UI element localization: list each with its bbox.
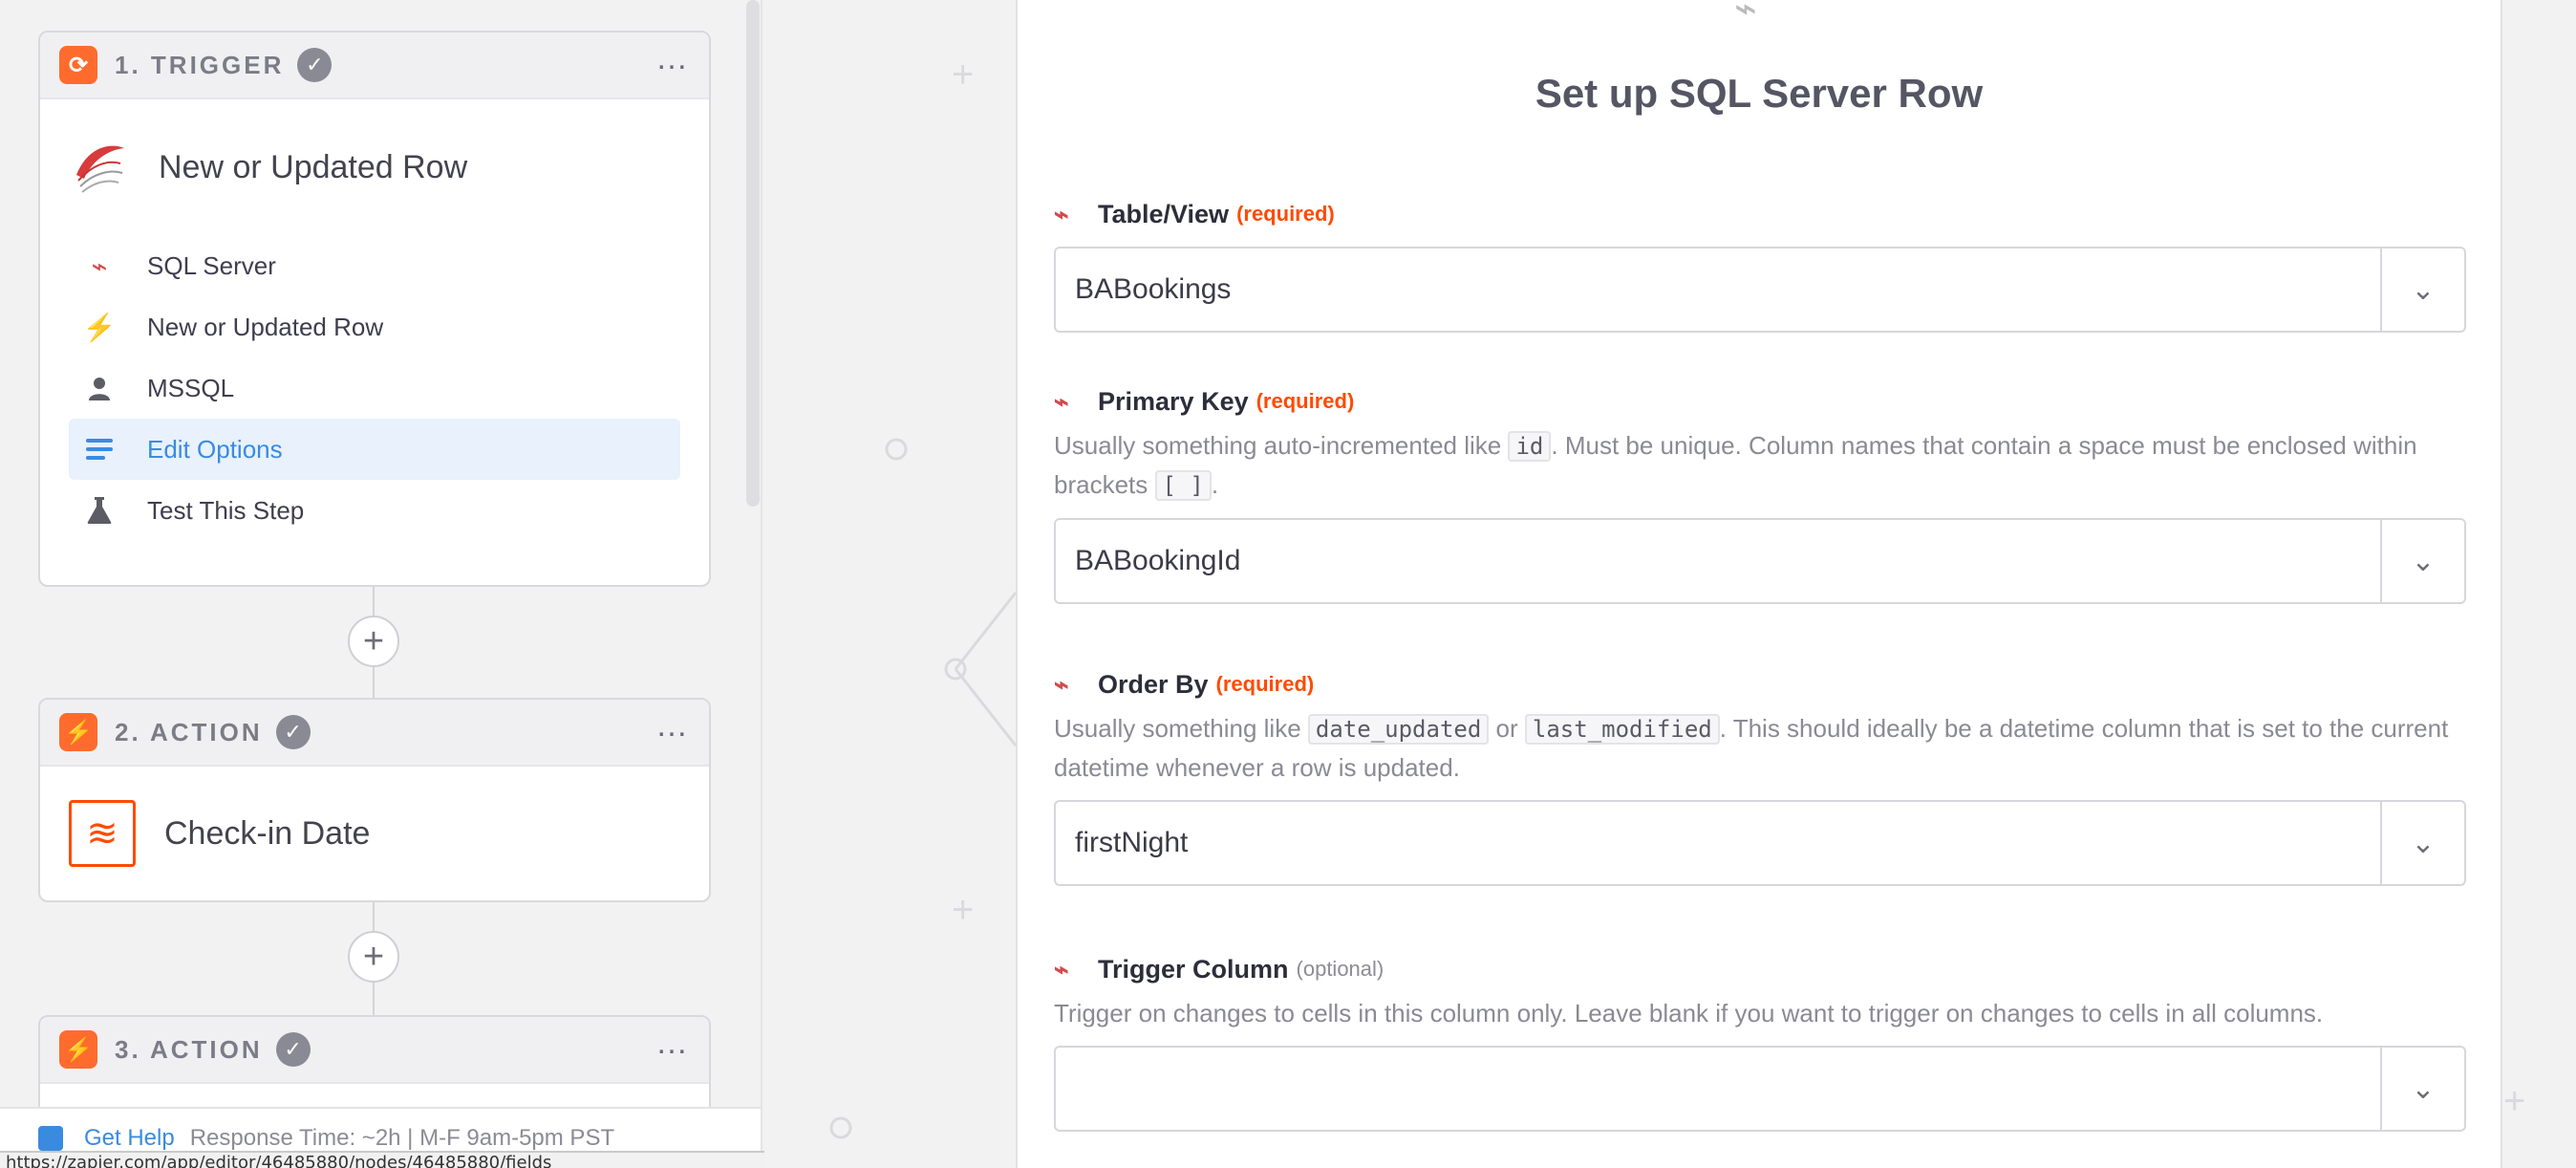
add-step-button[interactable]: + [348, 616, 399, 667]
response-time-text: Response Time: ~2h | M-F 9am-5pm PST [189, 1125, 615, 1151]
sql-server-logo-icon: ⌁ [1734, 0, 1758, 30]
select-value [1056, 1048, 2380, 1130]
order-by-field: ⌁ Order By (required) Usually something … [1054, 665, 2466, 886]
select-value: firstNight [1075, 827, 1189, 858]
field-label: Table/View [1098, 199, 1230, 228]
step-label: 2. ACTION [115, 717, 263, 746]
action-step-header-2[interactable]: ⚡ 2. ACTION ✓ … [40, 700, 709, 767]
sidebar-item-account[interactable]: MSSQL [69, 357, 680, 419]
code-snippet: date_updated [1307, 714, 1490, 745]
add-step-button[interactable]: + [348, 931, 399, 983]
field-help-text: Usually something auto-incremented like … [1054, 431, 2417, 501]
sidebar-item-sql-server[interactable]: ⌁ SQL Server [69, 235, 680, 296]
editor-sidebar: ⟳ 1. TRIGGER ✓ … New or Updated Row ⌁ SQ… [0, 0, 762, 1168]
code-snippet: id [1508, 431, 1552, 462]
action-lightning-icon: ⚡ [59, 1030, 97, 1069]
trigger-step-card[interactable]: ⟳ 1. TRIGGER ✓ … New or Updated Row ⌁ SQ… [38, 31, 711, 587]
required-tag: (required) [1256, 389, 1355, 413]
chevron-down-icon[interactable]: ⌄ [2380, 520, 2464, 602]
sql-server-icon: ⌁ [1054, 386, 1069, 416]
code-snippet: [ ] [1154, 470, 1212, 501]
action-step-card-2[interactable]: ⚡ 2. ACTION ✓ … ≋ Check-in Date [38, 698, 711, 902]
canvas-node-decoration [829, 1116, 852, 1139]
canvas-plus-decoration: + [2503, 1080, 2526, 1122]
table-view-select[interactable]: BABookings ⌄ [1054, 247, 2466, 333]
chat-icon [38, 1126, 63, 1151]
setup-panel: ⌁ Set up SQL Server Row ⌁ Table/View (re… [1016, 0, 2502, 1168]
checkmark-icon: ✓ [297, 48, 333, 82]
field-help-text: Usually something like date_updated or l… [1054, 714, 2449, 782]
more-options-icon[interactable]: … [655, 1027, 690, 1059]
sql-server-logo-icon [76, 145, 124, 193]
canvas-plus-decoration: + [952, 54, 975, 96]
checkmark-icon: ✓ [275, 1032, 311, 1067]
step-label: 1. TRIGGER [115, 50, 285, 79]
sidebar-item-event[interactable]: ⚡ New or Updated Row [69, 296, 680, 357]
chevron-down-icon[interactable]: ⌄ [2380, 802, 2464, 884]
get-help-link[interactable]: Get Help [84, 1125, 175, 1152]
sidebar-item-edit-options[interactable]: Edit Options [69, 419, 680, 480]
field-label: Order By [1098, 669, 1209, 699]
select-value: BABookingId [1075, 545, 1241, 576]
primary-key-field: ⌁ Primary Key (required) Usually somethi… [1054, 382, 2466, 604]
checkmark-icon: ✓ [275, 715, 311, 749]
trigger-step-header[interactable]: ⟳ 1. TRIGGER ✓ … [40, 32, 709, 99]
flask-icon [84, 497, 115, 524]
chevron-down-icon[interactable]: ⌄ [2380, 1048, 2464, 1130]
list-icon [84, 437, 115, 462]
more-options-icon[interactable]: … [655, 709, 690, 742]
code-snippet: last_modified [1524, 714, 1720, 745]
optional-tag: (optional) [1296, 957, 1385, 981]
primary-key-select[interactable]: BABookingId ⌄ [1054, 518, 2466, 604]
formatter-app-icon: ≋ [69, 800, 136, 867]
canvas-node-decoration [885, 438, 1018, 746]
trigger-column-select[interactable]: ⌄ [1054, 1046, 2466, 1132]
step-label: 3. ACTION [115, 1034, 263, 1064]
canvas-plus-decoration: + [952, 889, 975, 931]
sql-server-icon: ⌁ [91, 250, 108, 281]
select-value: BABookings [1075, 273, 1232, 305]
sql-server-icon: ⌁ [1054, 669, 1069, 699]
action-title: Check-in Date [164, 814, 371, 852]
sidebar-scrollbar[interactable] [746, 0, 760, 507]
field-label: Trigger Column [1098, 954, 1289, 984]
trigger-column-field: ⌁ Trigger Column (optional) Trigger on c… [1054, 950, 2466, 1132]
user-icon [84, 375, 115, 401]
action-step-header-3[interactable]: ⚡ 3. ACTION ✓ … [40, 1017, 709, 1084]
order-by-select[interactable]: firstNight ⌄ [1054, 800, 2466, 886]
field-label: Primary Key [1098, 386, 1249, 416]
sidebar-item-test-step[interactable]: Test This Step [69, 480, 680, 541]
more-options-icon[interactable]: … [655, 42, 690, 75]
trigger-app-icon: ⟳ [59, 46, 97, 84]
field-help-text: Trigger on changes to cells in this colu… [1054, 999, 2324, 1027]
required-tag: (required) [1215, 672, 1315, 696]
lightning-icon: ⚡ [82, 312, 117, 342]
chevron-down-icon[interactable]: ⌄ [2380, 249, 2464, 331]
table-view-field: ⌁ Table/View (required) BABookings ⌄ [1054, 195, 2466, 333]
trigger-title: New or Updated Row [159, 148, 468, 185]
required-tag: (required) [1236, 202, 1335, 226]
action-lightning-icon: ⚡ [59, 713, 97, 751]
sql-server-icon: ⌁ [1054, 954, 1069, 984]
sql-server-icon: ⌁ [1054, 199, 1069, 228]
page-title: Set up SQL Server Row [1535, 71, 1984, 116]
